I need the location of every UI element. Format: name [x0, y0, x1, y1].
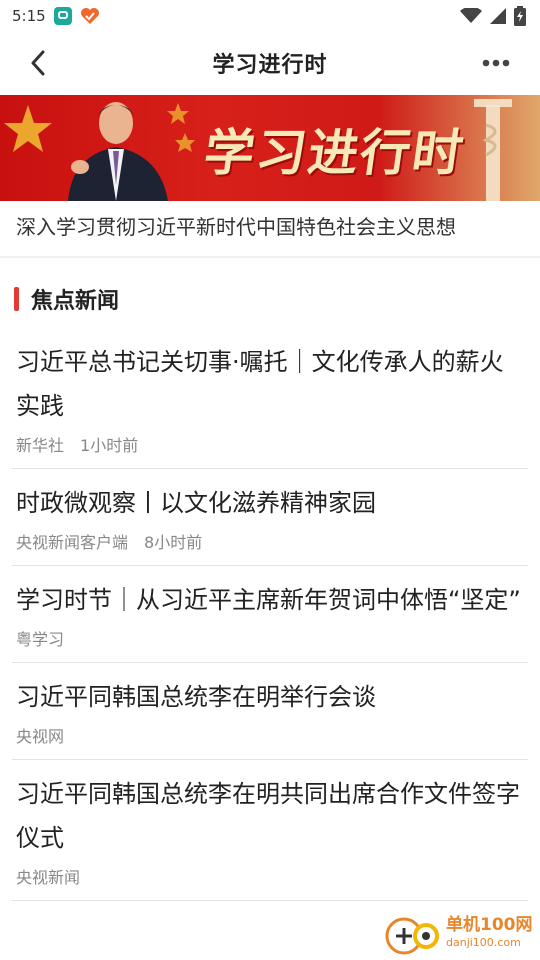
news-title: 习近平同韩国总统李在明举行会谈 — [16, 683, 376, 711]
watermark-text: 单机100网 danji100.com — [446, 916, 533, 952]
news-source: 央视新闻 — [16, 868, 81, 887]
section-title: 焦点新闻 — [31, 289, 120, 314]
status-bar: 5:15 — [0, 0, 540, 32]
back-button[interactable] — [20, 46, 56, 80]
more-dots-icon — [482, 59, 510, 67]
more-options-button[interactable] — [472, 46, 520, 80]
section-divider — [0, 256, 540, 258]
news-source: 粤学习 — [16, 630, 65, 649]
news-source: 新华社 — [16, 436, 65, 455]
news-item[interactable]: 学习时节｜从习近平主席新年贺词中体悟“坚定” 粤学习 — [12, 566, 528, 663]
page-title: 学习进行时 — [212, 53, 328, 78]
news-time: 8小时前 — [144, 533, 203, 552]
news-meta: 新华社 1小时前 — [16, 432, 524, 456]
news-item[interactable]: 习近平总书记关切事·嘱托｜文化传承人的薪火实践 新华社 1小时前 — [12, 336, 528, 469]
news-meta: 粤学习 — [16, 626, 524, 650]
banner-image[interactable]: 学习进行时 — [0, 95, 540, 201]
news-title: 习近平同韩国总统李在明共同出席合作文件签字仪式 — [16, 780, 520, 852]
news-title: 时政微观察丨以文化滋养精神家园 — [16, 489, 376, 517]
news-meta: 央视新闻 — [16, 864, 524, 888]
portrait-figure — [68, 102, 168, 201]
heart-notification-icon — [80, 8, 99, 24]
news-time: 1小时前 — [80, 436, 139, 455]
signal-icon — [490, 8, 506, 24]
banner-subtitle: 深入学习贯彻习近平新时代中国特色社会主义思想 — [16, 215, 456, 239]
app-notification-icon — [53, 7, 72, 25]
section-header: 焦点新闻 — [14, 282, 119, 316]
watermark-logo-icon — [385, 917, 439, 955]
news-title: 学习时节｜从习近平主席新年贺词中体悟“坚定” — [16, 586, 521, 614]
news-item[interactable]: 时政微观察丨以文化滋养精神家园 央视新闻客户端 8小时前 — [12, 469, 528, 566]
watermark-main: 单机100网 — [446, 915, 533, 935]
news-title: 习近平总书记关切事·嘱托｜文化传承人的薪火实践 — [16, 348, 504, 420]
status-right — [460, 6, 526, 26]
wifi-icon — [460, 8, 482, 23]
section-accent-bar — [14, 287, 19, 311]
battery-icon — [514, 6, 526, 26]
news-meta: 央视新闻客户端 8小时前 — [16, 529, 524, 553]
huabiao-pillar-icon — [474, 99, 512, 201]
news-item[interactable]: 习近平同韩国总统李在明共同出席合作文件签字仪式 央视新闻 — [12, 760, 528, 901]
news-list: 习近平总书记关切事·嘱托｜文化传承人的薪火实践 新华社 1小时前 时政微观察丨以… — [0, 336, 540, 901]
news-item[interactable]: 习近平同韩国总统李在明举行会谈 央视网 — [12, 663, 528, 760]
banner-title: 学习进行时 — [200, 123, 469, 182]
news-source: 央视网 — [16, 727, 65, 746]
status-time: 5:15 — [12, 7, 46, 25]
news-meta: 央视网 — [16, 723, 524, 747]
news-source: 央视新闻客户端 — [16, 533, 129, 552]
back-arrow-icon — [31, 50, 45, 76]
top-navigation-bar: 学习进行时 — [0, 32, 540, 94]
status-left: 5:15 — [12, 7, 100, 25]
watermark: 单机100网 danji100.com — [384, 910, 534, 958]
watermark-sub: danji100.com — [446, 936, 521, 949]
